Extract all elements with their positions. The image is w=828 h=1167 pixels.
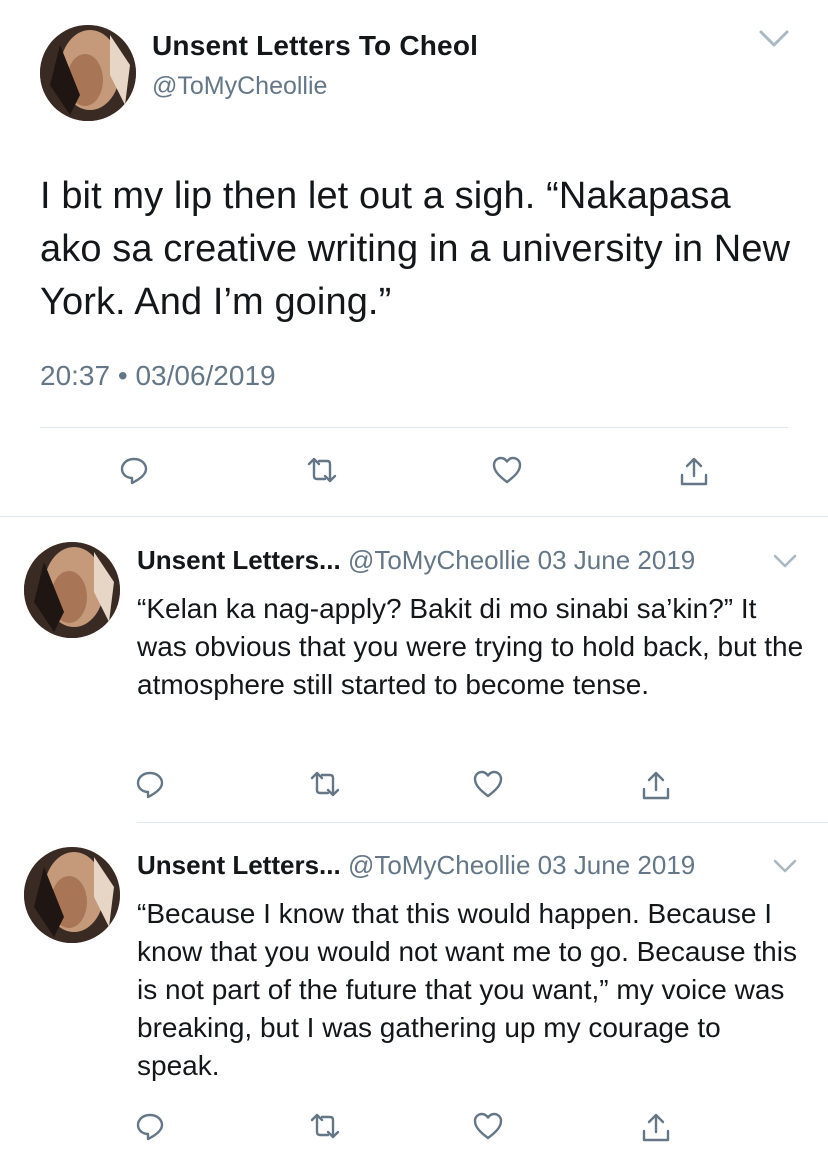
- tweet-text: “Kelan ka nag-apply? Bakit di mo sinabi …: [137, 593, 804, 700]
- avatar-image: [24, 847, 120, 943]
- retweet-button[interactable]: [302, 450, 342, 490]
- reply-button[interactable]: [114, 450, 154, 490]
- display-name[interactable]: Unsent Letters...: [137, 545, 341, 575]
- avatar-image: [24, 542, 120, 638]
- avatar-image: [40, 25, 136, 121]
- retweet-icon: [310, 771, 340, 797]
- like-button[interactable]: [468, 764, 508, 804]
- reply-icon: [136, 1113, 164, 1141]
- reply-button[interactable]: [130, 1106, 170, 1146]
- tweet-time: 20:37: [40, 360, 111, 391]
- like-button[interactable]: [487, 450, 527, 490]
- chevron-down-icon[interactable]: [758, 28, 790, 50]
- share-icon: [642, 771, 670, 800]
- retweet-icon: [307, 457, 337, 483]
- retweet-icon: [310, 1113, 340, 1139]
- handle[interactable]: @ToMyCheollie: [348, 850, 530, 880]
- like-button[interactable]: [468, 1106, 508, 1146]
- reply-icon: [120, 457, 148, 485]
- like-icon: [473, 1112, 503, 1140]
- avatar[interactable]: [24, 847, 120, 943]
- reply-header: Unsent Letters... @ToMyCheollie 03 June …: [137, 545, 695, 576]
- avatar[interactable]: [40, 25, 136, 121]
- tweet-text: I bit my lip then let out a sigh. “Nakap…: [40, 175, 791, 323]
- divider: [0, 516, 828, 517]
- chevron-down-icon[interactable]: [772, 857, 798, 875]
- share-icon: [680, 457, 708, 486]
- divider: [40, 427, 788, 428]
- divider: [137, 822, 828, 823]
- reply-icon: [136, 771, 164, 799]
- display-name[interactable]: Unsent Letters...: [137, 850, 341, 880]
- handle[interactable]: @ToMyCheollie: [152, 72, 327, 101]
- timestamp-separator: •: [117, 360, 128, 391]
- share-icon: [642, 1113, 670, 1142]
- handle[interactable]: @ToMyCheollie: [348, 545, 530, 575]
- retweet-button[interactable]: [305, 1106, 345, 1146]
- like-icon: [492, 456, 522, 484]
- tweet-text: “Because I know that this would happen. …: [137, 898, 797, 1081]
- share-button[interactable]: [636, 1108, 676, 1148]
- chevron-down-icon[interactable]: [772, 552, 798, 570]
- reply-button[interactable]: [130, 764, 170, 804]
- retweet-button[interactable]: [305, 764, 345, 804]
- like-icon: [473, 770, 503, 798]
- tweet-date: 03 June 2019: [537, 850, 696, 880]
- reply-header: Unsent Letters... @ToMyCheollie 03 June …: [137, 850, 695, 881]
- tweet-date: 03/06/2019: [135, 360, 276, 391]
- tweet-timestamp: 20:37 • 03/06/2019: [40, 360, 276, 392]
- display-name[interactable]: Unsent Letters To Cheol: [152, 30, 478, 62]
- share-button[interactable]: [636, 766, 676, 806]
- tweet-date: 03 June 2019: [537, 545, 696, 575]
- share-button[interactable]: [674, 452, 714, 492]
- avatar[interactable]: [24, 542, 120, 638]
